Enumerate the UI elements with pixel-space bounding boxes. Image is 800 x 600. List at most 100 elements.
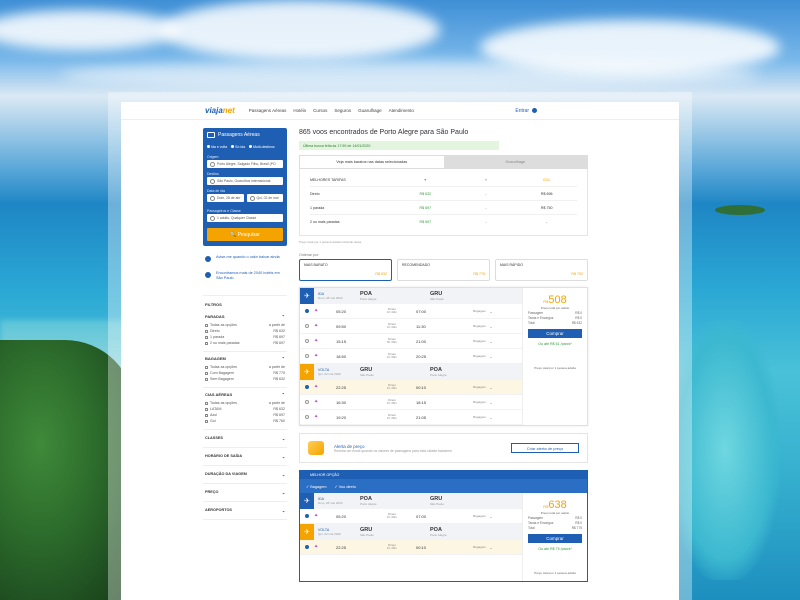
checkbox[interactable] [205,323,208,327]
origin-value: Porto Alegre, Salgado Filho, Brasil (PO [217,162,276,166]
login-link[interactable]: Entrar [515,108,537,114]
matrix-cell[interactable]: R$ 697 [395,206,456,210]
matrix-cell[interactable]: - [516,220,577,224]
trip-type[interactable]: Ida e volta Só ida Multi-destinos [207,145,283,149]
nav-item[interactable]: Cursos [313,108,327,113]
nav-item[interactable]: Hotéis [293,108,306,113]
create-price-alert-button[interactable]: Criar alerta de preço [511,443,579,453]
sort-option[interactable]: RECOMENDADO R$ 775 [397,259,490,281]
date-out-field[interactable]: Dom, 28 de abr [207,194,244,202]
chevron-down-icon[interactable]: ⌄ [486,354,496,359]
nav-item[interactable]: Atendimento [389,108,414,113]
matrix-cell[interactable]: R$ 632 [395,192,456,196]
filter-collapsed[interactable]: PREÇO ⌄ [203,484,287,502]
buy-button[interactable]: Comprar [528,329,582,338]
flight-row[interactable]: ✦ 16:30 Direto 1h 45m 18:15 Bagagem ⌄ [300,395,522,410]
filter-option[interactable]: Sem Bagagem R$ 632 [205,377,285,381]
flight-row[interactable]: ✦ 09:50 Direto 1h 40m 11:30 Bagagem ⌄ [300,319,522,334]
flight-radio[interactable] [305,415,309,419]
checkbox[interactable] [205,419,208,423]
flight-row[interactable]: ✦ 05:20 Direto 1h 40m 07:00 Bagagem ⌄ [300,304,522,319]
search-button[interactable]: 🔍 Pesquisar [207,228,283,241]
filter-option[interactable]: Azul R$ 697 [205,413,285,417]
filter-section-title[interactable]: PARADAS ⌃ [205,314,285,319]
filter-section-title[interactable]: BAGAGEM ⌃ [205,356,285,361]
logo[interactable]: viajanet [205,106,235,115]
tab-other[interactable]: Guarulhage [443,156,587,168]
filter-option[interactable]: Todas as opções a partir de [205,401,285,405]
destination-field[interactable]: São Paulo, Guarulhos internacional [207,177,283,185]
matrix-cell[interactable]: R$ 750 [516,206,577,210]
filter-option[interactable]: Com Bagagem R$ 775 [205,371,285,375]
date-back-field[interactable]: Qui, 02 de mai [246,194,283,202]
tab-cheapest-dates[interactable]: Veja mais baratos nas datas selecionadas [300,156,444,168]
nav-item[interactable]: Passagens Aéreas [249,108,287,113]
origin-field[interactable]: Porto Alegre, Salgado Filho, Brasil (PO [207,160,283,168]
flight-radio[interactable] [305,309,309,313]
chevron-down-icon[interactable]: ⌄ [486,400,496,405]
chevron-down-icon[interactable]: ⌄ [486,324,496,329]
flight-row[interactable]: ✦ 15:15 Direto 5h 45m 21:00 Bagagem ⌄ [300,334,522,349]
flight-radio[interactable] [305,514,309,518]
hotels-tip[interactable]: Encontramos mais de 2040 hotéis em São P… [205,271,285,281]
buy-button[interactable]: Comprar [528,534,582,543]
matrix-cell[interactable]: - [456,220,517,224]
flight-row[interactable]: ✦ 19:20 Direto 1h 45m 21:05 Bagagem ⌄ [300,410,522,425]
filter-option[interactable]: LATAM R$ 632 [205,407,285,411]
chevron-down-icon[interactable]: ⌄ [486,545,496,550]
flight-duration: Direto 5h 45m [374,337,410,345]
flight-radio[interactable] [305,339,309,343]
flight-radio[interactable] [305,400,309,404]
checkbox[interactable] [205,407,208,411]
filter-collapsed[interactable]: AEROPORTOS ⌄ [203,502,287,520]
flight-radio[interactable] [305,385,309,389]
checkbox[interactable] [205,401,208,405]
price-alert-tip[interactable]: Avise-me quando o valor baixar ainda [205,255,285,262]
flight-row[interactable]: ✦ 22:25 Direto 1h 45m 00:10 Bagagem ⌄ [300,380,522,395]
checkbox[interactable] [205,335,208,339]
checkbox[interactable] [205,377,208,381]
matrix-cell[interactable]: R$ 696 [516,192,577,196]
filter-option[interactable]: Gol R$ 760 [205,419,285,423]
matrix-cell[interactable]: R$ 697 [395,220,456,224]
nav-item[interactable]: Guarulhage [358,108,382,113]
chevron-down-icon[interactable]: ⌄ [486,385,496,390]
origin-label: Origem [207,155,219,159]
filter-option[interactable]: Todas as opções a partir de [205,365,285,369]
trip-type-option[interactable]: Só ida [231,145,245,149]
price-line: Total R$ 632 [528,321,582,325]
chevron-down-icon[interactable]: ⌄ [486,309,496,314]
trip-type-option[interactable]: Multi-destinos [249,145,275,149]
sort-option[interactable]: MAIS RÁPIDO R$ 792 [495,259,588,281]
chevron-down-icon[interactable]: ⌄ [486,415,496,420]
chevron-down-icon[interactable]: ⌄ [486,514,496,519]
matrix-cell[interactable]: - [456,192,517,196]
flight-radio[interactable] [305,354,309,358]
filter-option[interactable]: 2 ou mais paradas R$ 697 [205,341,285,345]
checkbox[interactable] [205,365,208,369]
checkbox[interactable] [205,341,208,345]
price-value: 638 [548,499,567,511]
filter-collapsed[interactable]: HORÁRIO DE SAÍDA ⌄ [203,448,287,466]
filter-section-title[interactable]: CIAS AÉREAS ⌃ [205,392,285,397]
trip-type-option[interactable]: Ida e volta [207,145,227,149]
flight-row[interactable]: ✦ 22:25 Direto 1h 45m 00:10 Bagagem ⌄ [300,540,522,555]
passengers-field[interactable]: 1 adulto, Qualquer Classe [207,214,283,222]
chevron-down-icon[interactable]: ⌄ [486,339,496,344]
checkbox[interactable] [205,413,208,417]
filter-option-text: Direto [210,329,220,333]
sort-option[interactable]: MAIS BARATO R$ 632 [299,259,392,281]
nav-item[interactable]: Seguros [334,108,351,113]
matrix-cell[interactable]: - [456,206,517,210]
flight-row[interactable]: ✦ 05:20 Direto 1h 40m 07:00 Bagagem ⌄ [300,509,522,524]
flight-radio[interactable] [305,545,309,549]
filter-option[interactable]: Todas as opções a partir de [205,323,285,327]
flight-radio[interactable] [305,324,309,328]
filter-collapsed[interactable]: DURAÇÃO DA VIAGEM ⌄ [203,466,287,484]
checkbox[interactable] [205,329,208,333]
checkbox[interactable] [205,371,208,375]
filter-option[interactable]: 1 parada R$ 697 [205,335,285,339]
flight-row[interactable]: ✦ 18:50 Direto 1h 35m 20:25 Bagagem ⌄ [300,349,522,364]
filter-option[interactable]: Direto R$ 632 [205,329,285,333]
filter-collapsed[interactable]: CLASSES ⌄ [203,430,287,448]
